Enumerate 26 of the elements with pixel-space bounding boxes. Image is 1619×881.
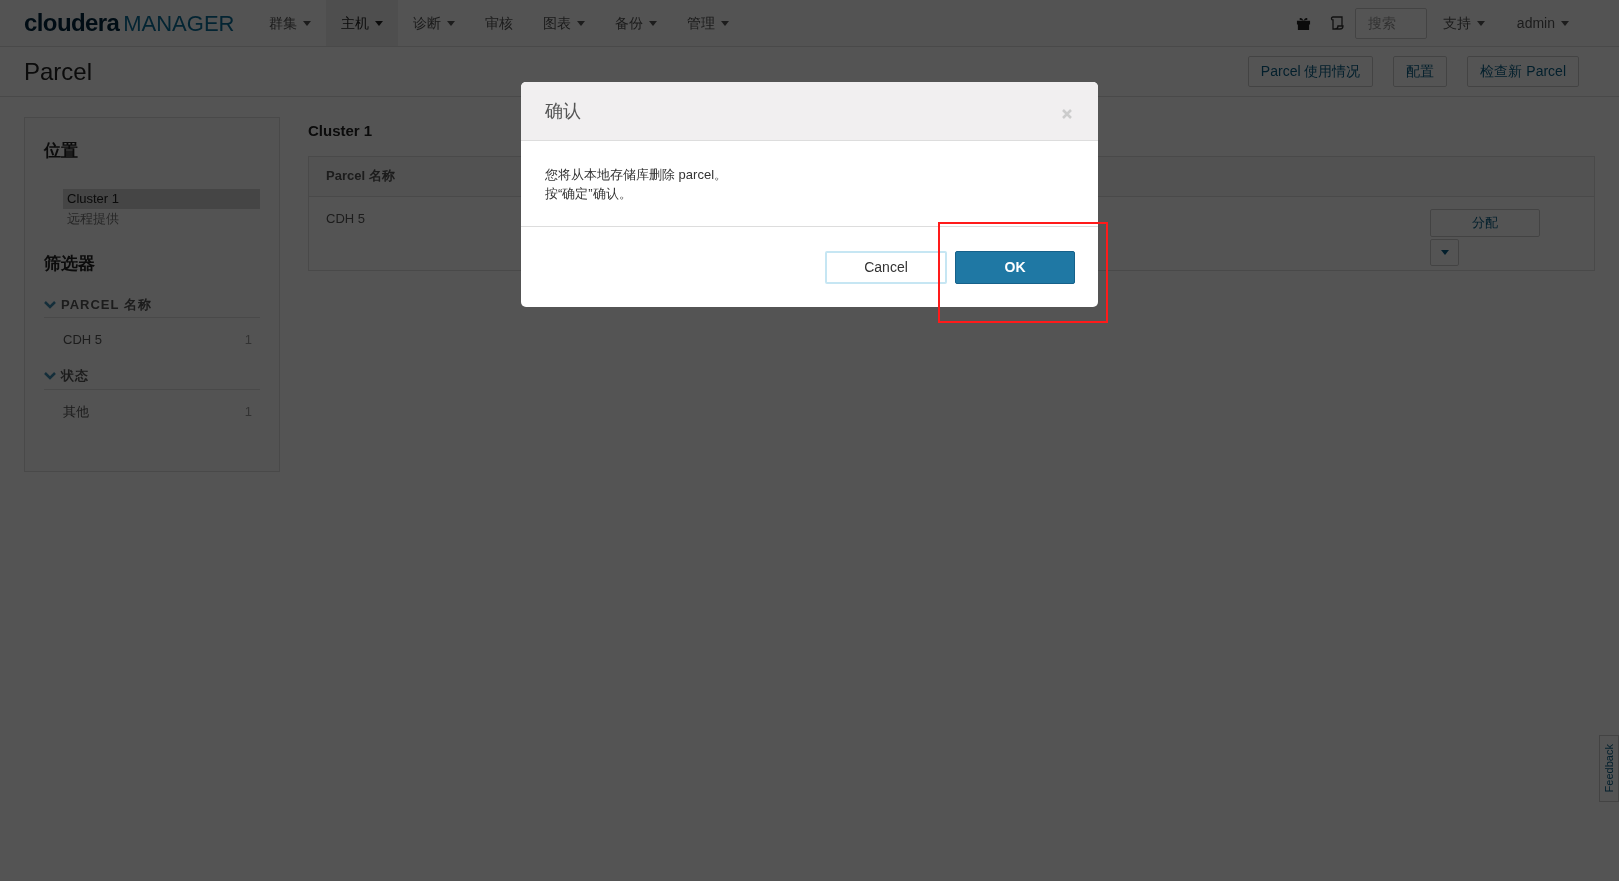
cancel-button[interactable]: Cancel xyxy=(825,250,947,284)
brand-logo[interactable]: cloudera xyxy=(24,5,120,41)
cluster-title: Cluster 1 xyxy=(308,121,374,141)
dropdown-button[interactable] xyxy=(1430,238,1459,266)
feedback-tab[interactable]: Feedback xyxy=(1599,735,1619,802)
caret-icon xyxy=(1440,249,1449,255)
sidebar-heading: 筛选器 xyxy=(44,252,96,275)
location-item[interactable]: Cluster 1 xyxy=(63,188,260,209)
sidebar-heading: 位置 xyxy=(44,140,79,162)
scroll-icon[interactable] xyxy=(1328,15,1345,31)
chevron-down-icon[interactable] xyxy=(44,370,56,382)
dialog-message: 按“确定”确认。 xyxy=(545,185,633,203)
action-button[interactable]: Parcel 使用情况 xyxy=(1247,56,1374,87)
chevron-down-icon[interactable] xyxy=(44,298,56,311)
action-button[interactable]: 配置 xyxy=(1393,56,1448,87)
page-title: Parcel xyxy=(24,56,93,87)
product-name: MANAGER xyxy=(123,10,235,38)
dialog-message: 您将从本地存储库删除 parcel。 xyxy=(545,166,729,184)
ok-button[interactable]: OK xyxy=(955,250,1075,284)
dialog-title: 确认 xyxy=(545,99,581,123)
action-button[interactable]: 检查新 Parcel xyxy=(1467,56,1579,87)
close-icon[interactable] xyxy=(1062,109,1072,119)
gift-icon[interactable] xyxy=(1295,15,1311,31)
table-cell-text: CDH 5 xyxy=(326,209,365,228)
nav-menu-item[interactable]: 主机 xyxy=(326,0,399,46)
distribute-button[interactable]: 分配 xyxy=(1430,208,1540,237)
